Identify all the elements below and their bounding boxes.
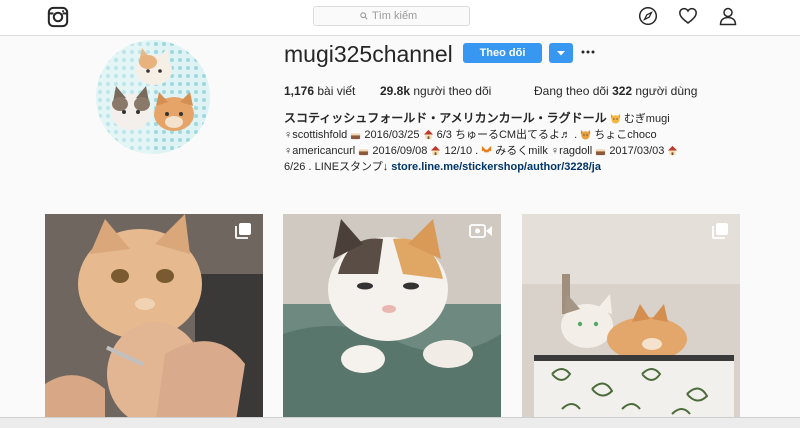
profile-username: mugi325channel (284, 41, 453, 67)
suggestions-dropdown-button[interactable] (549, 43, 573, 63)
bio-text: ♀scottishfold (284, 129, 348, 141)
profile-bio: スコティッシュフォールド・アメリカンカール・ラグドール むぎmugi ♀scot… (284, 110, 754, 175)
bio-text: 2017/03/03 (609, 145, 665, 157)
fox-face-emoji-icon (482, 145, 492, 156)
bio-text: ちょこchoco (594, 129, 657, 141)
ellipsis-icon (581, 50, 595, 54)
bio-text: みるくmilk ♀ragdoll (495, 145, 593, 157)
following-stat[interactable]: Đang theo dõi 322 người dùng (534, 84, 697, 98)
birthday-cake-emoji-icon (596, 149, 606, 156)
cat-face-emoji-icon (581, 129, 591, 140)
post-image (522, 214, 740, 427)
following-label: người dùng (632, 84, 698, 98)
video-icon (469, 224, 492, 238)
house-emoji-icon (431, 145, 441, 156)
bio-external-link[interactable]: store.line.me/stickershop/author/3228/ja (391, 161, 601, 173)
followers-stat[interactable]: 29.8k người theo dõi (380, 84, 491, 98)
bio-text: 2016/09/08 (372, 145, 428, 157)
posts-count: 1,176 (284, 84, 315, 98)
post-thumbnail[interactable] (45, 214, 263, 427)
bio-line-3: ♀americancurl 2016/09/08 12/10 . みるくmilk… (284, 143, 754, 159)
bio-line-4: 6/26 . LINEスタンプ↓ store.line.me/stickersh… (284, 159, 754, 175)
heart-icon[interactable] (678, 6, 698, 26)
profile-avatar[interactable] (96, 40, 210, 154)
post-thumbnail[interactable] (522, 214, 740, 427)
instagram-logo-icon[interactable] (47, 6, 69, 28)
bio-text: 6/3 ちゅーるCM出てるよ♬ . (436, 129, 578, 141)
multiple-photos-icon (712, 223, 728, 239)
avatar-image (96, 40, 210, 154)
posts-label: bài viết (314, 84, 356, 98)
search-box[interactable] (313, 6, 470, 26)
post-image (283, 214, 501, 427)
birthday-cake-emoji-icon (359, 149, 369, 156)
followers-label: người theo dõi (410, 84, 492, 98)
birthday-cake-emoji-icon (351, 133, 361, 140)
multiple-photos-icon (235, 223, 251, 239)
compass-icon[interactable] (638, 6, 658, 26)
bio-line-2: ♀scottishfold 2016/03/25 6/3 ちゅーるCM出てるよ♬… (284, 127, 754, 143)
cat-face-emoji-icon (610, 113, 620, 124)
posts-stat: 1,176 bài viết (284, 84, 355, 98)
search-icon (360, 12, 368, 20)
person-icon[interactable] (718, 6, 738, 26)
bio-text: 12/10 . (444, 145, 479, 157)
following-count: 322 (612, 84, 633, 98)
post-image (45, 214, 263, 427)
more-options-button[interactable] (580, 43, 596, 63)
bio-line-1: スコティッシュフォールド・アメリカンカール・ラグドール むぎmugi (284, 110, 754, 127)
followers-count: 29.8k (380, 84, 411, 98)
house-emoji-icon (668, 145, 678, 156)
chevron-down-icon (557, 51, 565, 56)
bio-text: むぎmugi (623, 113, 670, 125)
following-prefix: Đang theo dõi (534, 84, 613, 98)
bio-text: 6/26 . LINEスタンプ↓ (284, 161, 389, 173)
house-emoji-icon (423, 129, 433, 140)
top-navigation-bar (0, 0, 800, 36)
bottom-edge-bar (0, 417, 800, 428)
bio-text: ♀americancurl (284, 145, 356, 157)
search-input[interactable] (372, 9, 467, 23)
follow-button[interactable]: Theo dõi (463, 43, 542, 63)
bio-text: 2016/03/25 (364, 129, 420, 141)
bio-full-name: スコティッシュフォールド・アメリカンカール・ラグドール (284, 111, 607, 125)
post-thumbnail[interactable] (283, 214, 501, 427)
